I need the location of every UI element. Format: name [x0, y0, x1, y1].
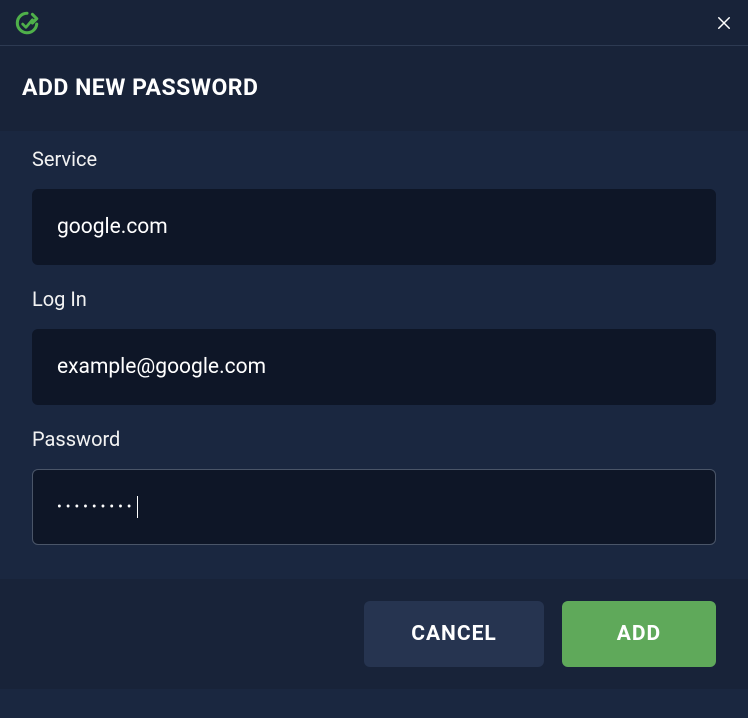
- add-button[interactable]: ADD: [562, 601, 716, 667]
- cancel-button[interactable]: CANCEL: [364, 601, 544, 667]
- logo-icon: [14, 10, 40, 36]
- dialog-footer: CANCEL ADD: [0, 579, 748, 689]
- dialog-title: ADD NEW PASSWORD: [22, 74, 726, 101]
- login-input[interactable]: [32, 329, 716, 405]
- close-button[interactable]: [714, 13, 734, 33]
- app-logo: [14, 10, 40, 36]
- service-label: Service: [32, 147, 716, 171]
- text-cursor: [137, 496, 138, 518]
- titlebar: [0, 0, 748, 46]
- password-label: Password: [32, 427, 716, 451]
- service-input[interactable]: [32, 189, 716, 265]
- password-masked-value: •••••••••: [57, 470, 136, 544]
- dialog-header: ADD NEW PASSWORD: [0, 46, 748, 131]
- password-input[interactable]: •••••••••: [32, 469, 716, 545]
- login-label: Log In: [32, 287, 716, 311]
- form-area: Service Log In Password •••••••••: [0, 131, 748, 579]
- close-icon: [715, 14, 733, 32]
